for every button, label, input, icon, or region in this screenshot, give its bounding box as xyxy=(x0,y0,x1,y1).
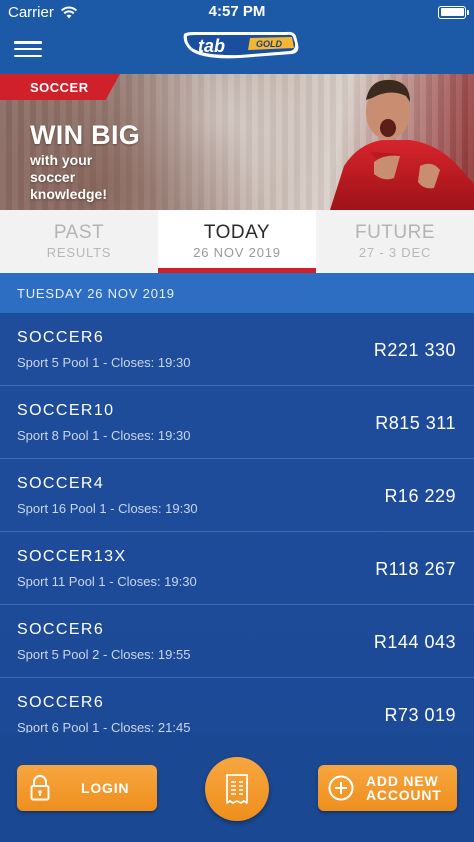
tab-today[interactable]: TODAY 26 NOV 2019 xyxy=(158,210,316,273)
pool-name: SOCCER6 xyxy=(17,621,105,638)
pool-name: SOCCER10 xyxy=(17,402,115,419)
pool-amount: R118 267 xyxy=(375,559,456,579)
wifi-icon xyxy=(60,6,77,18)
tab-future-sub: 27 - 3 DEC xyxy=(358,245,432,260)
pool-amount: R144 043 xyxy=(373,632,456,652)
pool-detail: Sport 16 Pool 1 - Closes: 19:30 xyxy=(17,501,198,516)
pool-name: SOCCER6 xyxy=(17,694,105,711)
tab-future-label: FUTURE xyxy=(354,222,436,243)
login-label: LOGIN xyxy=(81,780,130,796)
pool-row[interactable]: SOCCER10 Sport 8 Pool 1 - Closes: 19:30 … xyxy=(0,386,474,459)
signup-label-line1: ADD NEW xyxy=(366,773,439,789)
sport-tag: SOCCER xyxy=(0,74,120,100)
add-new-account-button[interactable]: ADD NEW ACCOUNT xyxy=(318,765,457,811)
pool-row[interactable]: SOCCER13X Sport 11 Pool 1 - Closes: 19:3… xyxy=(0,532,474,605)
logo-sub-text: GOLD xyxy=(256,39,282,49)
pool-amount: R221 330 xyxy=(373,340,456,360)
status-bar: Carrier 4:57 PM xyxy=(0,0,474,24)
signup-label-line2: ACCOUNT xyxy=(366,787,442,803)
carrier-label: Carrier xyxy=(8,3,54,21)
tab-past-label: PAST xyxy=(53,222,105,243)
tab-future[interactable]: FUTURE 27 - 3 DEC xyxy=(316,210,474,273)
status-left: Carrier xyxy=(8,4,78,21)
signup-label: ADD NEW ACCOUNT xyxy=(366,774,442,802)
pool-amount: R73 019 xyxy=(384,705,456,725)
pool-detail: Sport 6 Pool 1 - Closes: 21:45 xyxy=(17,720,191,733)
tab-gold-logo: tab GOLD xyxy=(183,31,299,59)
pool-name: SOCCER6 xyxy=(17,329,105,346)
receipt-icon xyxy=(226,774,248,804)
pool-detail: Sport 8 Pool 1 - Closes: 19:30 xyxy=(17,428,191,443)
bet-slip-button[interactable] xyxy=(205,757,269,821)
pool-list[interactable]: SOCCER6 Sport 5 Pool 1 - Closes: 19:30 R… xyxy=(0,313,474,733)
login-button[interactable]: LOGIN xyxy=(17,765,157,811)
pool-row[interactable]: SOCCER6 Sport 5 Pool 1 - Closes: 19:30 R… xyxy=(0,313,474,386)
pool-row[interactable]: SOCCER4 Sport 16 Pool 1 - Closes: 19:30 … xyxy=(0,459,474,532)
pool-detail: Sport 5 Pool 2 - Closes: 19:55 xyxy=(17,647,191,662)
tab-past[interactable]: PAST RESULTS xyxy=(0,210,158,273)
promo-banner[interactable]: SOCCER WIN BIG with your soccer knowledg… xyxy=(0,74,474,210)
nav-bar: tab GOLD xyxy=(0,24,474,74)
lock-icon xyxy=(30,775,50,801)
bottom-action-bar: LOGIN ADD NEW ACCOUNT xyxy=(0,733,474,842)
pool-name: SOCCER4 xyxy=(17,475,105,492)
banner-title: WIN BIG xyxy=(30,120,141,150)
hamburger-icon[interactable] xyxy=(14,38,42,60)
tab-past-sub: RESULTS xyxy=(46,245,112,260)
plus-circle-icon xyxy=(328,775,354,801)
pool-row[interactable]: SOCCER6 Sport 5 Pool 2 - Closes: 19:55 R… xyxy=(0,605,474,678)
pool-name: SOCCER13X xyxy=(17,548,127,565)
pool-row[interactable]: SOCCER6 Sport 6 Pool 1 - Closes: 21:45 R… xyxy=(0,678,474,733)
banner-subtitle: with your soccer knowledge! xyxy=(30,152,108,202)
logo-main-text: tab xyxy=(198,36,225,56)
date-header: TUESDAY 26 NOV 2019 xyxy=(0,273,474,313)
date-tabs: PAST RESULTS TODAY 26 NOV 2019 FUTURE 27… xyxy=(0,210,474,273)
tab-today-label: TODAY xyxy=(203,222,271,243)
player-illustration xyxy=(330,79,474,210)
pool-amount: R815 311 xyxy=(375,413,456,433)
battery-icon xyxy=(438,5,469,19)
pool-detail: Sport 5 Pool 1 - Closes: 19:30 xyxy=(17,355,191,370)
tab-today-sub: 26 NOV 2019 xyxy=(193,245,281,260)
pool-detail: Sport 11 Pool 1 - Closes: 19:30 xyxy=(17,574,197,589)
pool-amount: R16 229 xyxy=(384,486,456,506)
